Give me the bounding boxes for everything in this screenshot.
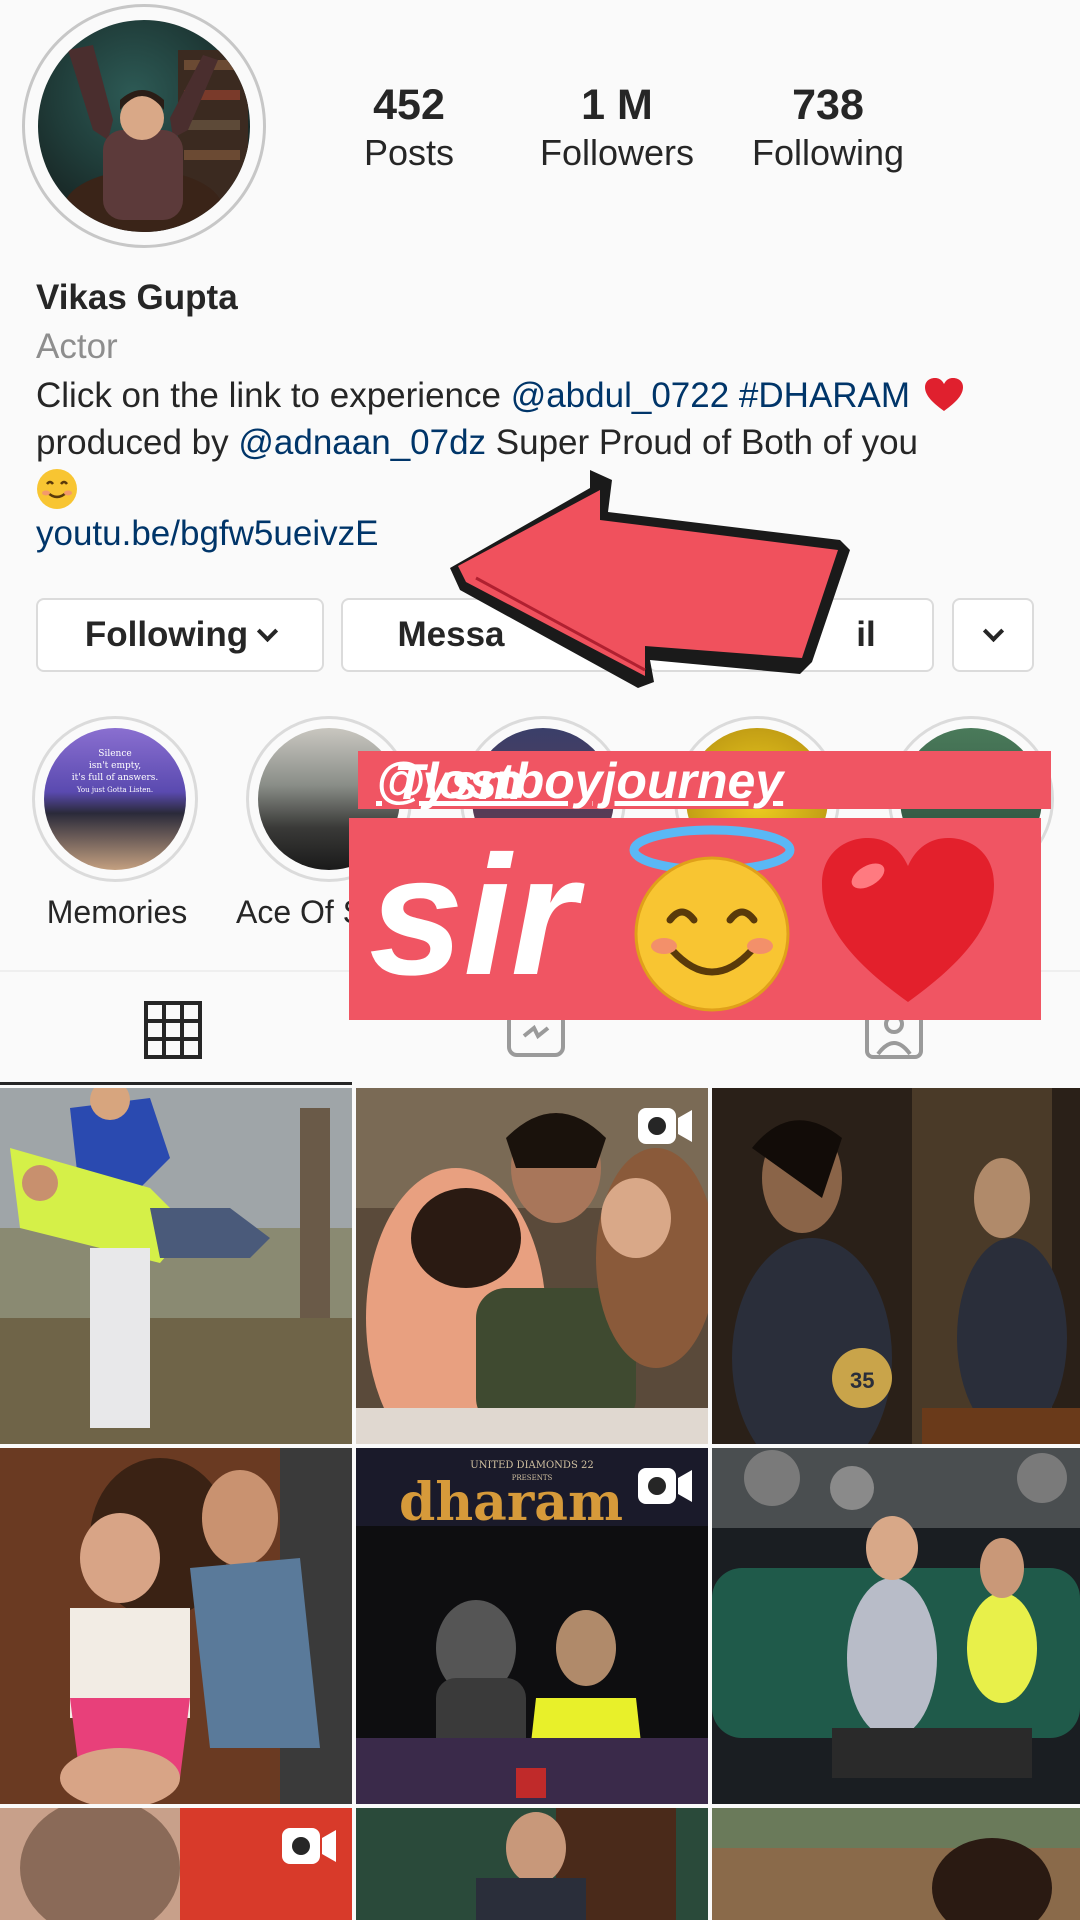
grid-icon [144, 1001, 202, 1059]
highlight-caption-line: You just Gotta Listen. [76, 786, 154, 794]
post-image [0, 1088, 352, 1444]
following-stat[interactable]: 738 Following [728, 80, 928, 176]
followers-count: 1 M [581, 81, 653, 129]
highlight-memories-cover: Silence isn't empty, it's full of answer… [44, 728, 186, 870]
mention-prefix: Tysm [394, 754, 523, 810]
post-thumbnail[interactable] [0, 1088, 352, 1444]
highlight-caption-line: it's full of answers. [71, 773, 159, 783]
red-heart-icon [924, 378, 963, 411]
posts-stat[interactable]: 452 Posts [309, 80, 509, 176]
post-image [712, 1448, 1080, 1804]
red-arrow-sticker [450, 470, 850, 688]
sir-text: sir [369, 821, 577, 1011]
bio-mention-link[interactable]: @abdul_0722 [511, 376, 730, 415]
following-button[interactable]: Following [36, 598, 324, 672]
following-label: Following [751, 132, 905, 173]
dharam-presenter: UNITED DIAMONDS 22 [470, 1460, 593, 1471]
smiling-face-with-halo-icon [629, 825, 795, 1012]
highlight-label: Memories [46, 894, 188, 930]
post-image: 35 [712, 1088, 1080, 1444]
highlight-caption-line: Silence [98, 749, 132, 759]
post-thumbnail[interactable] [712, 1808, 1080, 1920]
post-thumbnail-video[interactable] [356, 1088, 708, 1444]
post-image [0, 1448, 352, 1804]
active-tab-indicator [0, 1082, 352, 1085]
profile-name: Vikas Gupta [36, 278, 238, 317]
more-options-button[interactable] [952, 598, 1034, 672]
bio-hashtag-link[interactable]: #DHARAM [739, 376, 910, 415]
bio-mention-link[interactable]: @adnaan_07dz [238, 423, 486, 462]
profile-category: Actor [36, 327, 118, 366]
followers-label: Followers [539, 132, 695, 173]
post-thumbnail[interactable] [0, 1448, 352, 1804]
following-count: 738 [792, 81, 864, 129]
chevron-down-icon [982, 620, 1004, 642]
post-image [712, 1808, 1080, 1920]
highlight-memories[interactable]: Silence isn't empty, it's full of answer… [32, 716, 198, 882]
mention-banner: Tysm @lostboyjourney [358, 751, 1051, 810]
post-thumbnail-video[interactable] [0, 1808, 352, 1920]
highlight-caption-line: isn't empty, [88, 761, 142, 771]
video-icon [282, 1828, 336, 1864]
post-thumbnail-video[interactable]: UNITED DIAMONDS 22 PRESENTS dharam [356, 1448, 708, 1804]
video-icon [638, 1108, 692, 1144]
posts-label: Posts [363, 132, 455, 173]
post-thumbnail[interactable] [712, 1448, 1080, 1804]
bio-text: Click on the link to experience [36, 376, 511, 415]
followers-stat[interactable]: 1 M Followers [517, 80, 717, 176]
bio-text: Super Proud of Both of you [486, 423, 919, 462]
video-icon [638, 1468, 692, 1504]
grid-tab[interactable] [144, 1001, 202, 1059]
profile-avatar[interactable] [38, 20, 250, 232]
smiling-face-icon [37, 469, 77, 509]
profile-website-link[interactable]: youtu.be/bgfw5ueivzE [36, 514, 378, 554]
bio-text: produced by [36, 423, 239, 462]
red-heart-icon [822, 838, 994, 1002]
post-thumbnail[interactable]: 35 [712, 1088, 1080, 1444]
chevron-down-icon [257, 620, 279, 642]
following-button-label: Following [84, 615, 249, 654]
posts-count: 452 [373, 81, 445, 129]
post-image [356, 1808, 708, 1920]
post-thumbnail[interactable] [356, 1808, 708, 1920]
jersey-number: 35 [850, 1368, 874, 1393]
dharam-title: dharam [399, 1472, 623, 1533]
